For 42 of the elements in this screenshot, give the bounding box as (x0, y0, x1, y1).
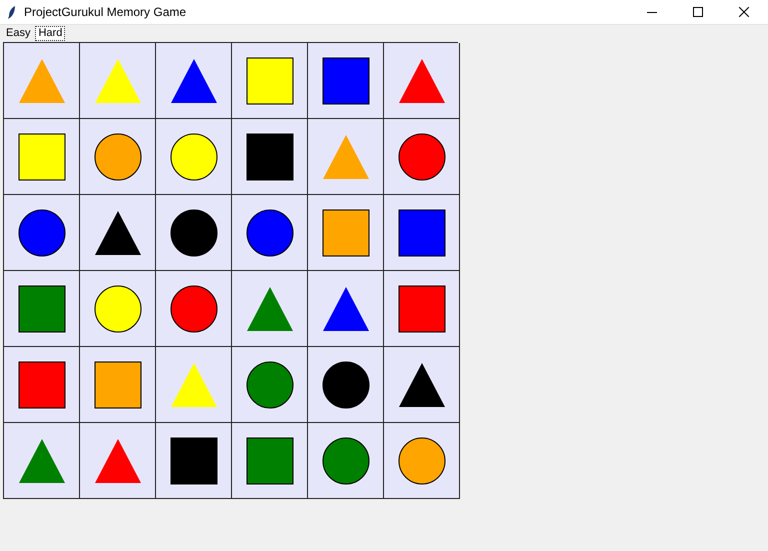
card-tile[interactable] (384, 347, 460, 423)
card-tile[interactable] (80, 43, 156, 119)
card-tile[interactable] (156, 271, 232, 347)
card-tile[interactable] (384, 119, 460, 195)
card-tile[interactable] (4, 423, 80, 499)
card-tile[interactable] (4, 195, 80, 271)
card-tile[interactable] (232, 195, 308, 271)
card-tile[interactable] (232, 347, 308, 423)
card-tile[interactable] (156, 119, 232, 195)
card-tile[interactable] (156, 347, 232, 423)
card-tile[interactable] (308, 423, 384, 499)
card-tile[interactable] (156, 43, 232, 119)
card-tile[interactable] (80, 119, 156, 195)
card-tile[interactable] (156, 423, 232, 499)
feather-icon (8, 6, 16, 18)
card-tile[interactable] (80, 347, 156, 423)
card-tile[interactable] (4, 43, 80, 119)
card-tile[interactable] (80, 423, 156, 499)
card-tile[interactable] (308, 347, 384, 423)
card-tile[interactable] (308, 43, 384, 119)
card-tile[interactable] (384, 195, 460, 271)
card-tile[interactable] (80, 195, 156, 271)
card-tile[interactable] (384, 43, 460, 119)
card-tile[interactable] (232, 423, 308, 499)
card-tile[interactable] (308, 271, 384, 347)
card-tile[interactable] (232, 43, 308, 119)
mode-tab[interactable]: Easy (3, 26, 34, 41)
card-tile[interactable] (4, 119, 80, 195)
close-icon[interactable] (739, 7, 749, 17)
card-tile[interactable] (384, 423, 460, 499)
mode-tab[interactable]: Hard (35, 26, 66, 41)
card-tile[interactable] (232, 119, 308, 195)
card-tile[interactable] (308, 195, 384, 271)
maximize-icon[interactable] (693, 7, 703, 17)
card-tile[interactable] (308, 119, 384, 195)
card-tile[interactable] (384, 271, 460, 347)
card-tile[interactable] (156, 195, 232, 271)
card-tile[interactable] (4, 271, 80, 347)
window-title: ProjectGurukul Memory Game (24, 4, 186, 21)
card-tile[interactable] (80, 271, 156, 347)
card-tile[interactable] (232, 271, 308, 347)
card-tile[interactable] (4, 347, 80, 423)
